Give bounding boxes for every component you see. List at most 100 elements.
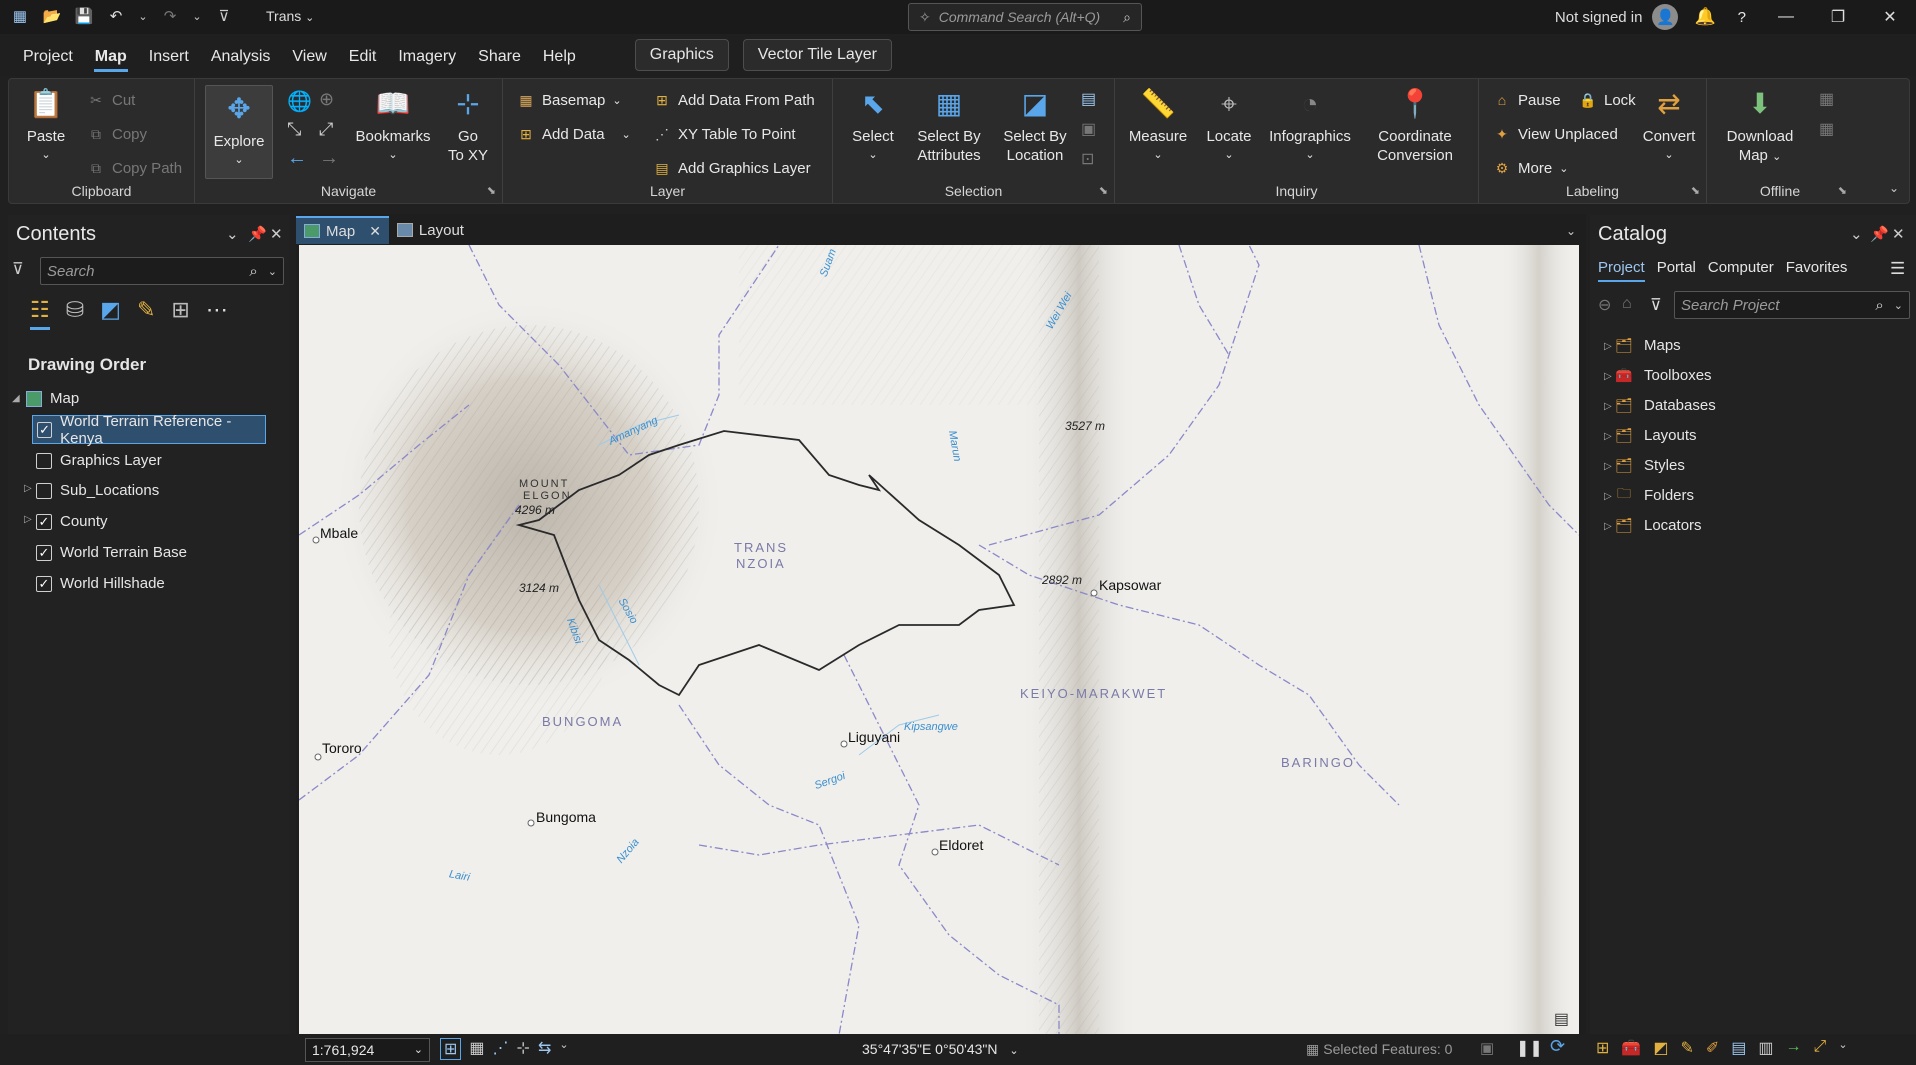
paste-button[interactable]: 📋 Paste ⌄ <box>21 83 71 165</box>
pause-labeling-button[interactable]: ⌂ Pause <box>1493 91 1561 109</box>
layer-visibility-checkbox[interactable]: ✓ <box>37 421 53 438</box>
tab-share[interactable]: Share <box>467 34 532 76</box>
tab-edit[interactable]: Edit <box>338 34 388 76</box>
layer-item[interactable]: ✓ County <box>36 507 318 536</box>
map-canvas[interactable]: Mbale Tororo Bungoma Liguyani Eldoret Ka… <box>299 245 1579 1035</box>
view-unplaced-button[interactable]: ✦ View Unplaced <box>1493 125 1618 143</box>
clear-selection-icon[interactable]: ▣ <box>1081 119 1096 139</box>
layer-item[interactable]: ✓ World Terrain Base <box>36 538 318 567</box>
catalog-search-input[interactable]: Search Project ⌕ ⌄ <box>1674 291 1910 319</box>
home-icon[interactable]: ⌂ <box>1622 295 1632 313</box>
locate-button[interactable]: ⌖ Locate ⌄ <box>1199 83 1259 165</box>
expand-icon[interactable]: ▷ <box>24 483 32 494</box>
infographics-button[interactable]: ◔ Infographics ⌄ <box>1265 83 1355 165</box>
tab-catalog-computer[interactable]: Computer <box>1708 259 1774 282</box>
tab-insert[interactable]: Insert <box>138 34 200 76</box>
notifications-icon[interactable]: 🔔 <box>1694 7 1715 27</box>
expand-icon[interactable]: ▷ <box>24 514 32 525</box>
cut-button[interactable]: ✂ Cut <box>87 91 135 109</box>
copy-path-button[interactable]: ⧉ Copy Path <box>87 159 182 177</box>
catalog-options-icon[interactable]: ⌄ <box>1850 225 1863 243</box>
tab-help[interactable]: Help <box>532 34 587 76</box>
search-dropdown-icon[interactable]: ⌄ <box>1894 299 1903 312</box>
list-by-editing-icon[interactable]: ✎ <box>137 297 155 330</box>
pin-icon[interactable]: 📌 <box>248 225 267 243</box>
save-project-icon[interactable]: 💾 <box>74 6 94 26</box>
report-icon[interactable]: ▥ <box>1758 1038 1773 1058</box>
go-to-xy-button[interactable]: ⊹ Go To XY <box>443 83 493 165</box>
tab-graphics[interactable]: Graphics <box>634 39 729 71</box>
tab-map-view[interactable]: Map ✕ <box>296 216 389 244</box>
xy-table-to-point-button[interactable]: ⋰ XY Table To Point <box>653 125 796 143</box>
zoom-to-selection-icon[interactable]: ⊡ <box>1081 149 1094 169</box>
tab-view[interactable]: View <box>281 34 337 76</box>
catalog-item-locators[interactable]: 🗂 Locators <box>1608 511 1701 539</box>
tab-catalog-project[interactable]: Project <box>1598 259 1645 282</box>
bookmarks-button[interactable]: 📖 Bookmarks ⌄ <box>353 83 433 165</box>
catalog-item-layouts[interactable]: 🗂 Layouts <box>1608 421 1696 449</box>
fixed-zoom-icon[interactable]: ⊕ <box>319 89 334 110</box>
layer-item[interactable]: ✓ World Hillshade <box>36 569 318 598</box>
tool-icon[interactable]: ⊞ <box>1596 1038 1609 1058</box>
tab-project[interactable]: Project <box>12 34 84 76</box>
tab-analysis[interactable]: Analysis <box>200 34 282 76</box>
restore-button[interactable]: ❐ <box>1812 0 1864 34</box>
basemap-button[interactable]: ▦ Basemap ⌄ <box>517 91 621 109</box>
map-expand-icon[interactable]: ◢ <box>12 393 20 404</box>
coordinate-conversion-button[interactable]: 📍 Coordinate Conversion <box>1365 83 1465 165</box>
add-data-button[interactable]: ⊞ Add Data ⌄ <box>517 125 631 143</box>
contents-options-icon[interactable]: ⌄ <box>226 225 239 243</box>
download-map-button[interactable]: ⬇ Download Map ⌄ <box>1715 83 1805 167</box>
constraints-icon[interactable]: ⊹ <box>517 1038 530 1060</box>
layer-visibility-checkbox[interactable]: ✓ <box>36 544 52 561</box>
list-by-snapping-icon[interactable]: ⊞ <box>171 297 189 330</box>
tab-vector-tile-layer[interactable]: Vector Tile Layer <box>742 39 892 71</box>
project-name[interactable]: Trans ⌄ <box>266 8 314 24</box>
tools-dropdown-icon[interactable]: ⌄ <box>559 1038 568 1060</box>
next-extent-icon[interactable]: → <box>319 147 339 170</box>
catalog-item-folders[interactable]: 🗀 Folders <box>1608 481 1694 509</box>
tab-catalog-favorites[interactable]: Favorites <box>1786 259 1848 282</box>
navigation-icon[interactable]: ⇆ <box>538 1038 551 1060</box>
toolbox-icon[interactable]: 🧰 <box>1621 1038 1641 1058</box>
collapse-ribbon-icon[interactable]: ⌄ <box>1889 181 1899 195</box>
catalog-item-toolboxes[interactable]: 🧰 Toolboxes <box>1608 361 1711 389</box>
add-graphics-layer-button[interactable]: ▤ Add Graphics Layer <box>653 159 810 177</box>
catalog-item-styles[interactable]: 🗂 Styles <box>1608 451 1685 479</box>
close-window-button[interactable]: ✕ <box>1864 0 1916 34</box>
filter-icon[interactable]: ⊽ <box>12 259 24 279</box>
search-dropdown-icon[interactable]: ⌄ <box>268 265 277 278</box>
sign-in-status[interactable]: Not signed in <box>1555 9 1643 26</box>
layer-item[interactable]: Graphics Layer <box>36 446 318 475</box>
selected-features-status[interactable]: ▦ Selected Features: 0 <box>1306 1041 1452 1058</box>
clear-selection-status-icon[interactable]: ▣ <box>1480 1039 1494 1057</box>
zoom-out-fixed-icon[interactable]: ⤢ <box>319 119 333 140</box>
app-icon[interactable]: ▦ <box>10 6 30 26</box>
layout-tool-icon[interactable]: ◩ <box>1653 1038 1668 1058</box>
table-icon[interactable]: ▤ <box>1731 1038 1746 1058</box>
convert-button[interactable]: ⇄ Convert ⌄ <box>1637 83 1701 165</box>
tab-imagery[interactable]: Imagery <box>387 34 467 76</box>
edit-tool-icon[interactable]: ✐ <box>1706 1038 1719 1058</box>
more-tools-icon[interactable]: ⌄ <box>1838 1038 1847 1058</box>
list-by-selection-icon[interactable]: ◩ <box>100 297 121 330</box>
catalog-item-databases[interactable]: 🗂 Databases <box>1608 391 1716 419</box>
tabs-dropdown-icon[interactable]: ⌄ <box>1566 224 1576 238</box>
notebook-icon[interactable]: ✎ <box>1680 1038 1693 1058</box>
redo-icon[interactable]: ↷ <box>160 6 180 26</box>
list-by-drawing-order-icon[interactable]: ☷ <box>30 297 50 330</box>
more-labeling-button[interactable]: ⚙ More ⌄ <box>1493 159 1569 177</box>
customize-qat-icon[interactable]: ⊽ <box>214 6 234 26</box>
full-extent-icon[interactable]: 🌐 <box>287 89 312 114</box>
fixed-scale-icon[interactable]: ⊞ <box>440 1038 462 1060</box>
layer-item[interactable]: Sub_Locations <box>36 476 318 505</box>
add-data-from-path-button[interactable]: ⊞ Add Data From Path <box>653 91 815 109</box>
copy-button[interactable]: ⧉ Copy <box>87 125 147 143</box>
tab-map[interactable]: Map <box>84 34 138 76</box>
layer-visibility-checkbox[interactable] <box>36 452 52 469</box>
snapping-icon[interactable]: ⋰ <box>493 1038 509 1060</box>
close-contents-icon[interactable]: ✕ <box>270 225 283 243</box>
sync-icon[interactable]: ▦ <box>1819 89 1834 109</box>
tab-layout-view[interactable]: Layout <box>389 216 472 244</box>
close-catalog-icon[interactable]: ✕ <box>1892 225 1905 243</box>
